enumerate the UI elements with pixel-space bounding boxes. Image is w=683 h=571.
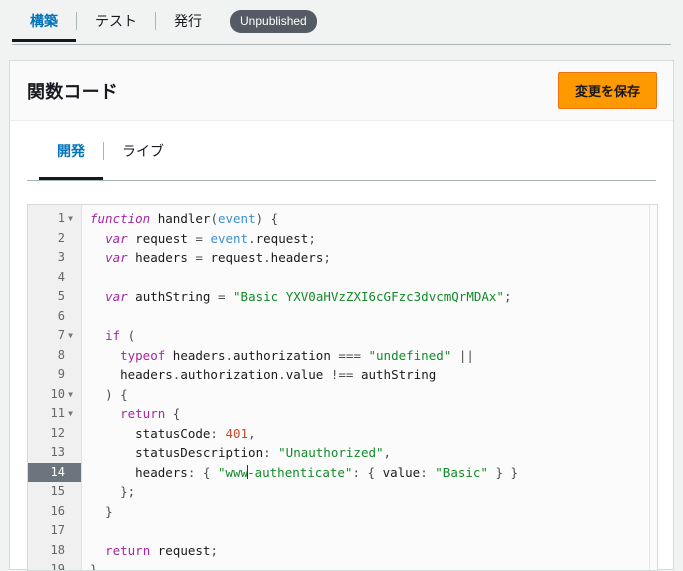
code-line-text: statusCode: 401,	[135, 425, 256, 441]
code-line-text: var request = event.request;	[105, 230, 316, 246]
code-line[interactable]: 19▼}	[28, 560, 657, 571]
code-line-text: if (	[105, 328, 136, 343]
line-number: 6▼	[28, 307, 81, 327]
code-line-text: };	[120, 484, 136, 499]
code-line-text: return request;	[105, 542, 218, 558]
code-line[interactable]: 14▼ headers: { "www-authenticate": { val…	[28, 462, 657, 483]
fold-arrow-icon[interactable]: ▼	[65, 346, 76, 366]
tab-publish-label: 発行	[174, 13, 202, 29]
fold-arrow-icon[interactable]: ▼	[65, 482, 76, 502]
function-code-card: 関数コード 変更を保存 開発 ライブ 1 ▼ function handler(ev…	[9, 60, 674, 571]
code-line-text: typeof headers.authorization === "undefi…	[120, 347, 474, 363]
code-line[interactable]: 12▼ statusCode: 401,	[28, 424, 657, 444]
text-caret	[247, 464, 249, 479]
line-number: 19▼	[28, 560, 81, 570]
fold-arrow-icon[interactable]: ▼	[65, 521, 76, 541]
fold-arrow-icon[interactable]: ▼	[65, 424, 76, 444]
line-number: 12▼	[28, 424, 81, 444]
tab-test[interactable]: テスト	[77, 0, 155, 42]
fold-arrow-icon[interactable]: ▼	[65, 560, 76, 570]
code-line[interactable]: 16▼ }	[28, 502, 657, 522]
code-line[interactable]: 4▼	[28, 268, 657, 288]
code-line-text: var headers = request.headers;	[105, 250, 331, 265]
code-line[interactable]: 7 ▼ if (	[28, 326, 657, 346]
code-line-text: return {	[120, 406, 181, 421]
top-tab-list: 構築 テスト 発行 Unpublished	[0, 0, 683, 42]
code-lines[interactable]: 1▼ function handler(event) { 2▼ var reques…	[28, 209, 657, 571]
fold-arrow-icon[interactable]: ▼	[65, 209, 76, 229]
code-line-text: ) {	[105, 386, 128, 402]
code-line[interactable]: 15▼ };	[28, 482, 657, 502]
fold-arrow-icon[interactable]: ▼	[65, 502, 76, 522]
line-number: 3▼	[28, 248, 81, 268]
line-number: 7 ▼	[28, 326, 81, 346]
fold-arrow-icon[interactable]: ▼	[65, 248, 76, 268]
tab-build[interactable]: 構築	[12, 0, 76, 42]
line-number: 11 ▼	[28, 404, 81, 424]
fold-arrow-icon[interactable]: ▼	[65, 463, 76, 483]
code-line-text: }	[105, 503, 113, 519]
subtab-development[interactable]: 開発	[39, 122, 103, 180]
line-number: 5▼	[28, 287, 81, 307]
line-number: 13▼	[28, 443, 81, 463]
code-line[interactable]: 17▼	[28, 521, 657, 541]
code-line[interactable]: 18▼ return request;	[28, 541, 657, 561]
tab-publish[interactable]: 発行	[156, 0, 220, 42]
line-number: 9▼	[28, 365, 81, 385]
code-line[interactable]: 3▼ var headers = request.headers;	[28, 248, 657, 268]
line-number: 16▼	[28, 502, 81, 522]
fold-arrow-icon[interactable]: ▼	[65, 443, 76, 463]
subtab-live[interactable]: ライブ	[104, 122, 182, 180]
code-line[interactable]: 9▼ headers.authorization.value !== authS…	[28, 365, 657, 385]
subtab-list: 開発 ライブ	[27, 121, 656, 181]
code-line[interactable]: 5▼ var authString = "Basic YXV0aHVzZXI6c…	[28, 287, 657, 307]
line-number: 4▼	[28, 268, 81, 288]
line-number: 1 ▼	[28, 209, 81, 229]
top-tab-underline	[12, 44, 671, 45]
line-number: 8▼	[28, 346, 81, 366]
fold-arrow-icon[interactable]: ▼	[65, 307, 76, 327]
code-line[interactable]: 8▼ typeof headers.authorization === "und…	[28, 346, 657, 366]
tab-build-label: 構築	[30, 13, 58, 29]
tab-test-label: テスト	[95, 13, 137, 29]
code-line-text: statusDescription: "Unauthorized",	[135, 445, 392, 460]
fold-arrow-icon[interactable]: ▼	[65, 404, 76, 424]
status-badge: Unpublished	[230, 9, 317, 33]
code-line[interactable]: 6▼	[28, 307, 657, 327]
top-tab-bar: 構築 テスト 発行 Unpublished	[0, 0, 683, 45]
fold-arrow-icon[interactable]: ▼	[65, 287, 76, 307]
line-number: 17▼	[28, 521, 81, 541]
fold-arrow-icon[interactable]: ▼	[65, 385, 76, 405]
code-line-text: var authString = "Basic YXV0aHVzZXI6cGFz…	[105, 289, 512, 304]
save-changes-button[interactable]: 変更を保存	[557, 72, 657, 109]
line-number: 18▼	[28, 541, 81, 561]
subtab-bar: 開発 ライブ	[10, 121, 673, 181]
subtab-underline	[27, 180, 656, 181]
line-number: 2▼	[28, 229, 81, 249]
code-line[interactable]: 10 ▼ ) {	[28, 385, 657, 405]
fold-arrow-icon[interactable]: ▼	[65, 365, 76, 385]
page-title: 関数コード	[27, 81, 118, 102]
fold-arrow-icon[interactable]: ▼	[65, 541, 76, 561]
subtab-live-label: ライブ	[122, 143, 164, 159]
code-line[interactable]: 1 ▼ function handler(event) {	[28, 209, 657, 229]
line-number: 14▼	[28, 462, 81, 483]
line-number: 15▼	[28, 482, 81, 502]
card-header: 関数コード 変更を保存	[10, 61, 673, 121]
code-line-text: }	[90, 562, 98, 571]
fold-arrow-icon[interactable]: ▼	[65, 268, 76, 288]
code-line[interactable]: 2▼ var request = event.request;	[28, 229, 657, 249]
line-number: 10 ▼	[28, 385, 81, 405]
code-editor[interactable]: 1▼ function handler(event) { 2▼ var reques…	[27, 204, 658, 571]
fold-arrow-icon[interactable]: ▼	[65, 326, 76, 346]
code-line-text: headers.authorization.value !== authStri…	[120, 367, 437, 382]
fold-arrow-icon[interactable]: ▼	[65, 229, 76, 249]
subtab-development-label: 開発	[57, 143, 85, 159]
code-line[interactable]: 13▼ statusDescription: "Unauthorized",	[28, 443, 657, 463]
code-line-text: function handler(event) {	[90, 211, 279, 226]
code-line[interactable]: 11 ▼ return {	[28, 404, 657, 424]
code-line-text: headers: { "www-authenticate": { value: …	[135, 464, 519, 480]
